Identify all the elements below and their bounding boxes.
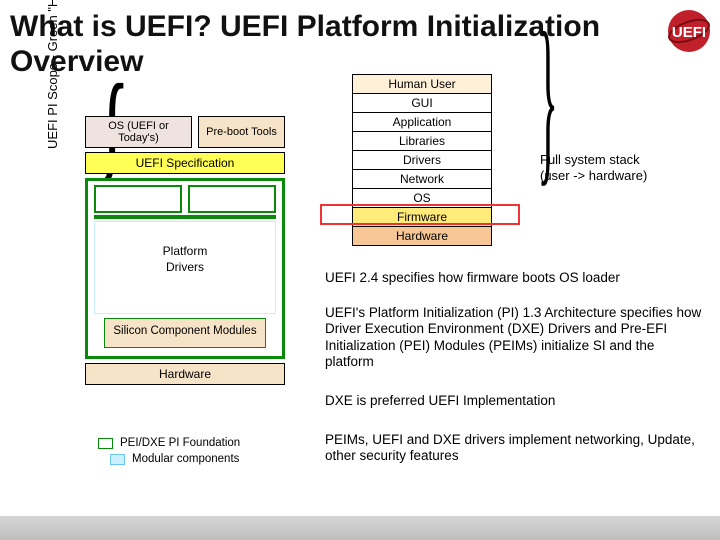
stack-cell-application: Application	[353, 112, 491, 131]
stack-cell-human-user: Human User	[353, 75, 491, 93]
stack-caption: Full system stack (user -> hardware)	[540, 152, 710, 185]
legend-cyan-label: Modular components	[132, 453, 239, 465]
stack-cell-os: OS	[353, 188, 491, 207]
footer-bar	[0, 516, 720, 540]
legend-swatch-green	[98, 438, 113, 449]
green-h-frame: Platform Drivers Silicon Component Modul…	[85, 178, 285, 359]
uefi-logo: UEFI	[664, 6, 714, 56]
platform-drivers-label-1: Platform	[99, 244, 271, 260]
platform-drivers-box: Platform Drivers	[94, 221, 276, 314]
uefi-layer-diagram: OS (UEFI or Today's) Pre-boot Tools UEFI…	[85, 116, 285, 385]
silicon-modules-box: Silicon Component Modules	[104, 318, 266, 348]
h-left-column	[94, 185, 182, 213]
h-right-column	[188, 185, 276, 213]
svg-text:UEFI: UEFI	[672, 24, 706, 41]
stack-cell-libraries: Libraries	[353, 131, 491, 150]
para-pi-13: UEFI's Platform Initialization (PI) 1.3 …	[325, 305, 705, 371]
stack-caption-l1: Full system stack	[540, 152, 710, 168]
para-uefi-24: UEFI 2.4 specifies how firmware boots OS…	[325, 270, 705, 286]
legend-green-label: PEI/DXE PI Foundation	[120, 437, 240, 449]
system-stack-table: Human User GUI Application Libraries Dri…	[352, 74, 492, 246]
h-crossbar	[94, 215, 276, 219]
para-peims: PEIMs, UEFI and DXE drivers implement ne…	[325, 432, 705, 465]
uefi-spec-bar: UEFI Specification	[85, 152, 285, 174]
legend: PEI/DXE PI Foundation Modular components	[98, 437, 308, 469]
stack-cell-firmware: Firmware	[353, 207, 491, 226]
os-box: OS (UEFI or Today's)	[85, 116, 192, 148]
stack-caption-l2: (user -> hardware)	[540, 168, 710, 184]
pi-scope-side-label: UEFI PI Scope - Green "H"	[45, 0, 60, 186]
stack-cell-drivers: Drivers	[353, 150, 491, 169]
stack-cell-network: Network	[353, 169, 491, 188]
legend-swatch-cyan	[110, 454, 125, 465]
stack-cell-gui: GUI	[353, 93, 491, 112]
para-dxe-preferred: DXE is preferred UEFI Implementation	[325, 393, 705, 409]
hardware-bar: Hardware	[85, 363, 285, 385]
preboot-tools-box: Pre-boot Tools	[198, 116, 285, 148]
stack-cell-hardware: Hardware	[353, 226, 491, 245]
platform-drivers-label-2: Drivers	[99, 260, 271, 276]
